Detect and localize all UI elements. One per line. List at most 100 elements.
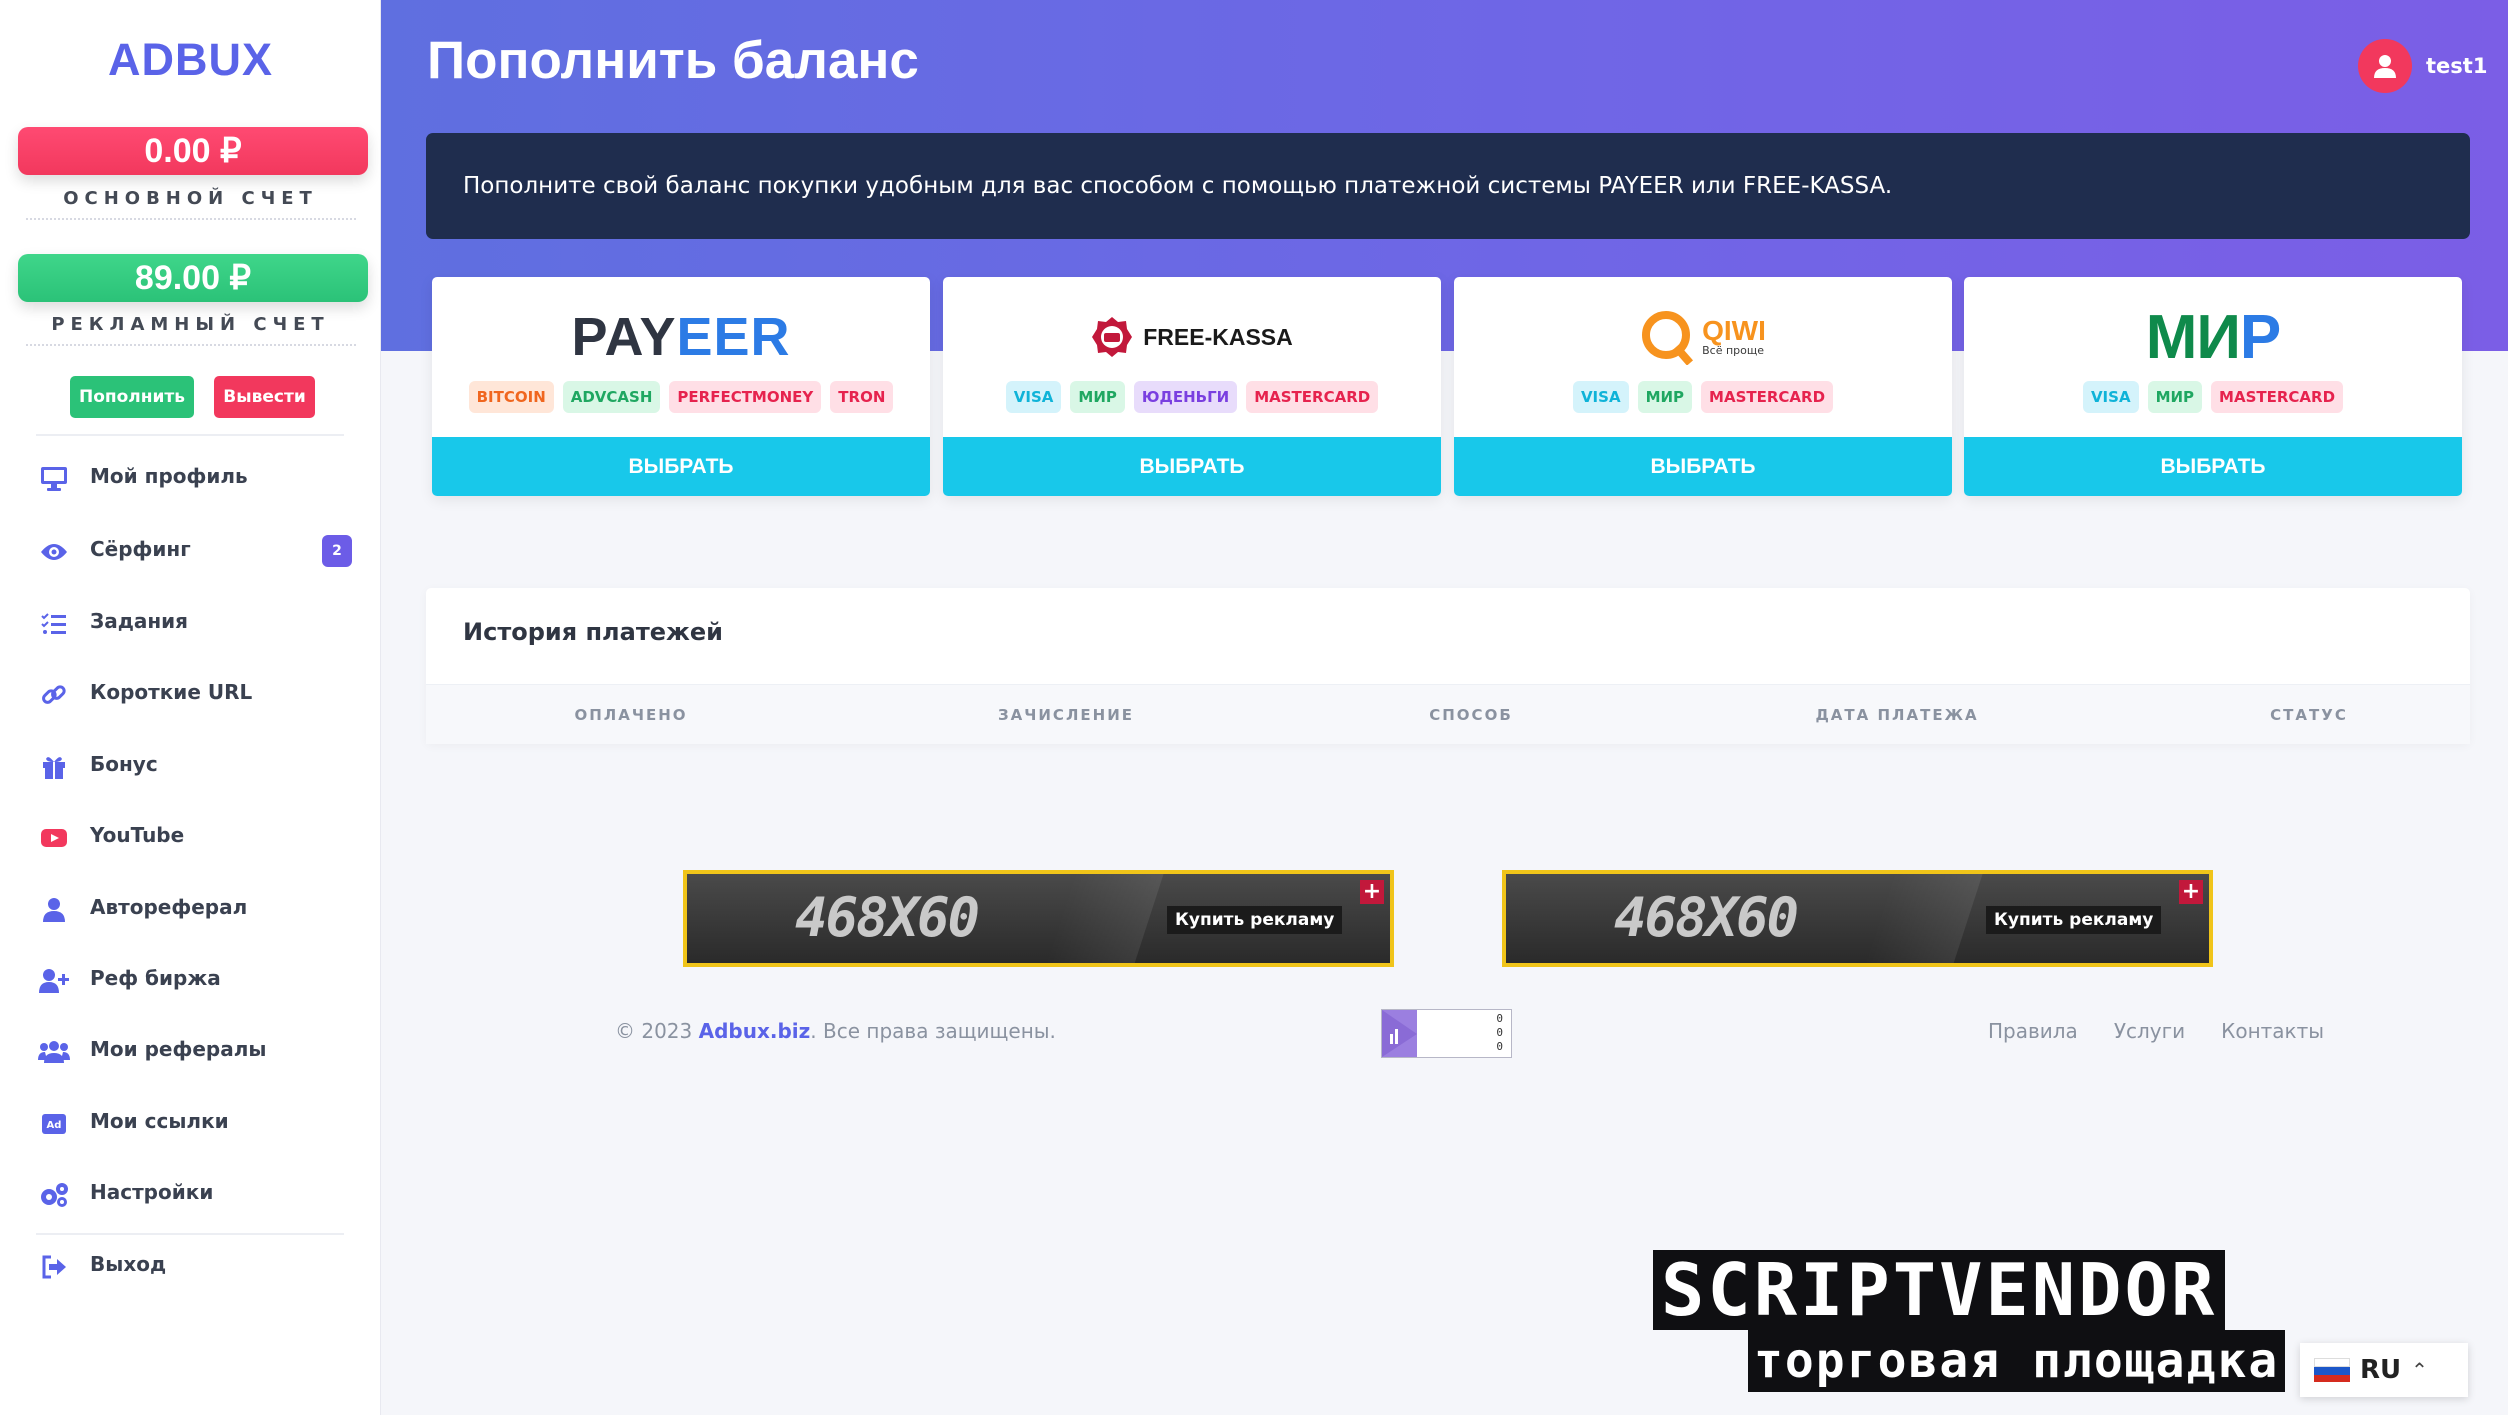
column-header: ЗАЧИСЛЕНИЕ [997, 706, 1135, 724]
nav-item-tasks[interactable]: Задания [0, 596, 381, 652]
payment-tags: VISA МИР ЮДЕНЬГИ MASTERCARD [943, 381, 1441, 413]
column-header: СПОСОБ [1429, 706, 1513, 724]
copyright: © 2023 Adbux.biz. Все права защищены. [615, 1019, 1056, 1043]
user-menu[interactable]: test1 [2358, 38, 2487, 94]
nav-label: Мой профиль [90, 464, 248, 488]
qiwi-logo: QIWI Всё проще [1454, 307, 1952, 367]
nav-label: Короткие URL [90, 680, 253, 704]
nav-label: Настройки [90, 1180, 214, 1204]
gears-icon [38, 1179, 70, 1211]
user-icon [38, 894, 70, 926]
tag: PERFECTMONEY [669, 381, 822, 413]
payment-history-panel: История платежей ОПЛАЧЕНО ЗАЧИСЛЕНИЕ СПО… [426, 588, 2470, 744]
nav-item-short-url[interactable]: Короткие URL [0, 667, 381, 723]
banner-decoration [1858, 874, 1984, 963]
nav-item-youtube[interactable]: YouTube [0, 810, 381, 866]
divider [36, 434, 344, 436]
tag: VISA [2082, 381, 2139, 413]
tag: VISA [1572, 381, 1629, 413]
history-title: История платежей [463, 618, 723, 646]
nav-label: YouTube [90, 823, 185, 847]
tag: MASTERCARD [2211, 381, 2344, 413]
buy-ad-button[interactable]: Купить рекламу [1167, 906, 1343, 934]
footer-links: Правила Услуги Контакты [1988, 1019, 2324, 1043]
language-switcher[interactable]: RU ⌃ [2300, 1343, 2468, 1397]
nav-item-profile[interactable]: Мой профиль [0, 451, 381, 507]
language-code: RU [2360, 1355, 2402, 1385]
divider [36, 1233, 344, 1235]
nav-item-my-referrals[interactable]: Мои рефералы [0, 1024, 381, 1080]
footer-link-rules[interactable]: Правила [1988, 1019, 2078, 1043]
freekassa-name: FREE-KASSA [1143, 324, 1293, 350]
deposit-button[interactable]: Пополнить [70, 376, 194, 418]
payment-tags: VISA МИР MASTERCARD [1454, 381, 1952, 413]
counter-value: 0 [1496, 1026, 1503, 1039]
surfing-count-badge: 2 [322, 535, 352, 567]
select-mir-button[interactable]: ВЫБРАТЬ [1964, 437, 2462, 496]
nav-label: Бонус [90, 752, 158, 776]
deposit-notice: Пополните свой баланс покупки удобным дл… [426, 133, 2470, 239]
username: test1 [2426, 54, 2488, 78]
column-header: ДАТА ПЛАТЕЖА [1815, 706, 1979, 724]
payment-card-mir: МИР VISA МИР MASTERCARD ВЫБРАТЬ [1964, 277, 2462, 496]
payeer-logo: PAYEER [571, 307, 791, 367]
divider [26, 218, 356, 220]
ad-banner[interactable]: 468X60 Купить рекламу + [1502, 870, 2213, 967]
ad-banner[interactable]: 468X60 Купить рекламу + [683, 870, 1394, 967]
footer-link-services[interactable]: Услуги [2114, 1019, 2185, 1043]
banner-decoration [1039, 874, 1165, 963]
nav-label: Задания [90, 609, 189, 633]
monitor-icon [38, 463, 70, 495]
counter-value: 0 [1496, 1040, 1503, 1053]
history-table-header: ОПЛАЧЕНО ЗАЧИСЛЕНИЕ СПОСОБ ДАТА ПЛАТЕЖА … [426, 684, 2470, 744]
tag: TRON [830, 381, 894, 413]
tag: МИР [1070, 381, 1125, 413]
tag: МИР [1637, 381, 1693, 413]
counter-value: 0 [1496, 1012, 1503, 1025]
plus-icon[interactable]: + [2179, 880, 2203, 904]
nav-item-autoreferral[interactable]: Автореферал [0, 882, 381, 938]
nav-item-bonus[interactable]: Бонус [0, 739, 381, 795]
column-header: СТАТУС [2270, 706, 2348, 724]
avatar [2358, 39, 2412, 93]
site-link[interactable]: Adbux.biz [699, 1019, 811, 1043]
link-icon [38, 679, 70, 711]
nav-item-my-links[interactable]: Ad Мои ссылки [0, 1096, 381, 1152]
select-freekassa-button[interactable]: ВЫБРАТЬ [943, 437, 1441, 496]
nav-item-surfing[interactable]: Сёрфинг 2 [0, 524, 381, 580]
tag: ADVCASH [562, 381, 661, 413]
qiwi-name: QIWI [1702, 314, 1766, 346]
tag: BITCOIN [468, 381, 554, 413]
page-title: Пополнить баланс [427, 31, 919, 90]
payment-card-payeer: PAYEER BITCOIN ADVCASH PERFECTMONEY TRON… [432, 277, 930, 496]
select-payeer-button[interactable]: ВЫБРАТЬ [432, 437, 930, 496]
qiwi-slogan: Всё проще [1702, 343, 1765, 357]
gift-icon [38, 751, 70, 783]
visit-counter[interactable]: 0 0 0 [1381, 1009, 1512, 1058]
nav-item-logout[interactable]: Выход [0, 1239, 381, 1295]
footer-link-contacts[interactable]: Контакты [2221, 1019, 2324, 1043]
sign-out-icon [38, 1251, 70, 1283]
freekassa-logo: FREE-KASSA [943, 307, 1441, 367]
ads-balance-label: РЕКЛАМНЫЙ СЧЕТ [51, 314, 330, 335]
nav-item-ref-exchange[interactable]: Реф биржа [0, 953, 381, 1009]
withdraw-button[interactable]: Вывести [214, 376, 315, 418]
russia-flag-icon [2314, 1358, 2350, 1382]
nav-label: Мои рефералы [90, 1037, 267, 1061]
nav-item-settings[interactable]: Настройки [0, 1167, 381, 1223]
select-qiwi-button[interactable]: ВЫБРАТЬ [1454, 437, 1952, 496]
banner-size-label: 468X60 [1614, 886, 1799, 949]
plus-icon[interactable]: + [1360, 880, 1384, 904]
payment-tags: VISA МИР MASTERCARD [1964, 381, 2462, 413]
ad-icon: Ad [38, 1108, 70, 1140]
payment-card-freekassa: FREE-KASSA VISA МИР ЮДЕНЬГИ MASTERCARD В… [943, 277, 1441, 496]
banner-size-label: 468X60 [795, 886, 980, 949]
buy-ad-button[interactable]: Купить рекламу [1986, 906, 2162, 934]
freekassa-emblem-icon [1092, 317, 1133, 357]
main-balance-label: ОСНОВНОЙ СЧЕТ [63, 188, 318, 209]
tag: МИР [2147, 381, 2203, 413]
nav-label: Мои ссылки [90, 1109, 229, 1133]
mir-logo: МИР [2145, 302, 2282, 372]
brand-logo[interactable]: ADBUX [0, 34, 381, 86]
nav-label: Автореферал [90, 895, 248, 919]
